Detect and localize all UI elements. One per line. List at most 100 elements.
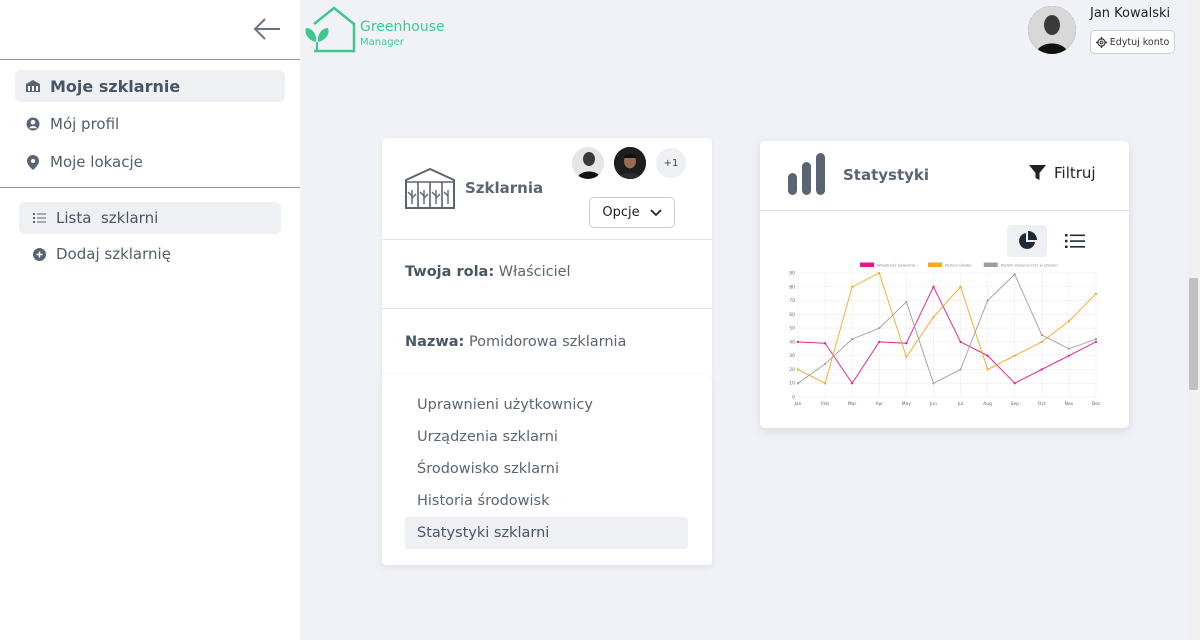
name-value: Pomidorowa szklarnia	[468, 334, 627, 350]
data-point	[986, 368, 989, 371]
options-label: Opcje	[602, 205, 640, 220]
y-tick-label: 80	[789, 284, 795, 290]
bar-chart-icon	[788, 153, 825, 195]
data-point	[851, 285, 854, 288]
data-point	[796, 340, 800, 343]
sidebar-item-my-locations[interactable]: Moje lokacje	[15, 146, 285, 178]
legend-swatch	[928, 262, 942, 267]
menu-item-devices[interactable]: Urządzenia szklarni	[405, 421, 688, 453]
sidebar-item-add-greenhouse[interactable]: Dodaj szklarnię	[19, 238, 281, 270]
menu-item-history[interactable]: Historia środowisk	[405, 485, 688, 517]
pie-chart-icon	[1019, 231, 1037, 249]
data-point	[1040, 333, 1043, 337]
menu-item-authorized-users[interactable]: Uprawnieni użytkownicy	[405, 389, 688, 421]
greenhouse-icon	[405, 168, 455, 209]
data-point	[932, 382, 935, 385]
data-point	[1067, 320, 1071, 323]
data-point	[959, 340, 962, 343]
x-tick-label: Jan	[794, 401, 802, 407]
data-point	[986, 299, 989, 302]
sidebar-divider	[0, 187, 300, 188]
data-point	[796, 382, 800, 385]
arrow-left-icon[interactable]	[252, 14, 282, 44]
logo-title: Greenhouse	[360, 19, 445, 35]
user-avatar[interactable]	[1028, 6, 1076, 54]
user-circle-icon	[25, 116, 41, 132]
y-tick-label: 90	[789, 271, 795, 277]
role-key: Twoja rola:	[405, 264, 495, 280]
statistics-line-chart: 0 10 20 30 40 50 60 70 80 90 Jan Feb Mar Apr May Jun Jul…	[789, 262, 1101, 407]
more-members-badge[interactable]: +1	[656, 148, 686, 178]
legend-label: Wilgotność powietrza	[877, 264, 915, 268]
y-tick-label: 20	[789, 367, 795, 373]
filter-icon	[1029, 165, 1046, 180]
data-point	[932, 285, 935, 288]
legend-label: Poziom stężenia CO2 w szklarni	[1001, 264, 1058, 268]
y-tick-label: 0	[792, 395, 795, 401]
y-tick-label: 60	[789, 312, 795, 318]
sidebar-item-my-profile[interactable]: Mój profil	[15, 108, 285, 140]
filter-button[interactable]: Filtruj	[1029, 164, 1096, 182]
role-value: Właściciel	[498, 264, 571, 280]
data-point	[878, 327, 881, 330]
sidebar-item-label: Moje szklarnie	[50, 76, 181, 96]
edit-account-button[interactable]: Edytuj konto	[1090, 30, 1175, 54]
data-point	[1013, 354, 1016, 357]
pie-view-button[interactable]	[1007, 225, 1047, 257]
sidebar-item-my-greenhouses[interactable]: Moje szklarnie	[15, 70, 285, 102]
data-point	[796, 368, 800, 371]
x-tick-label: Mar	[848, 401, 857, 407]
list-view-button[interactable]	[1055, 225, 1095, 257]
data-point	[1067, 347, 1071, 350]
sidebar-item-greenhouse-list[interactable]: Lista szklarni	[19, 202, 281, 234]
data-point	[1094, 338, 1098, 341]
name-row: Nazwa: Pomidorowa szklarnia	[405, 334, 626, 350]
data-point	[1040, 368, 1043, 371]
sidebar: Moje szklarnie Mój profil Moje lokacje L…	[0, 0, 300, 640]
greenhouse-title: Szklarnia	[465, 179, 544, 197]
x-tick-label: Dec	[1092, 401, 1101, 407]
legend-label: Poziom światła	[945, 264, 972, 268]
data-point	[878, 340, 881, 343]
y-tick-label: 70	[789, 298, 795, 304]
series-line	[797, 273, 1097, 384]
data-point	[986, 354, 989, 357]
sidebar-item-label: Lista szklarni	[56, 209, 159, 227]
menu-item-statistics[interactable]: Statystyki szklarni	[405, 517, 688, 549]
data-point	[823, 342, 827, 345]
statistics-card: Statystyki Filtruj 0 10 20 30 40 50 60 70 80 90 Ja…	[760, 141, 1129, 428]
x-tick-label: Feb	[821, 401, 829, 407]
role-row: Twoja rola: Właściciel	[405, 264, 571, 280]
data-point	[905, 355, 908, 359]
data-point	[1094, 292, 1098, 295]
scrollbar-thumb[interactable]	[1189, 278, 1198, 390]
map-pin-icon	[25, 154, 41, 170]
data-point	[932, 315, 935, 319]
menu-item-environment[interactable]: Środowisko szklarni	[405, 453, 688, 485]
divider	[382, 239, 712, 240]
y-tick-label: 40	[789, 339, 795, 345]
greenhouse-logo-icon	[305, 6, 356, 53]
data-point	[905, 342, 908, 345]
x-tick-label: Oct	[1038, 401, 1046, 407]
options-menu: Uprawnieni użytkownicy Urządzenia szklar…	[382, 375, 712, 565]
options-dropdown[interactable]: Opcje	[589, 197, 675, 228]
sidebar-item-label: Moje lokacje	[50, 153, 143, 171]
data-point	[1040, 340, 1043, 343]
divider	[760, 210, 1129, 211]
x-tick-label: Aug	[983, 401, 992, 407]
data-point	[823, 362, 827, 366]
x-tick-label: Jun	[929, 401, 937, 407]
data-point	[823, 382, 827, 385]
data-point	[1067, 354, 1071, 357]
member-avatar[interactable]	[572, 147, 604, 179]
app-logo[interactable]: Greenhouse Manager	[302, 4, 445, 54]
greenhouse-icon	[25, 78, 41, 94]
greenhouse-card: Szklarnia +1 Opcje Twoja rola: Właścicie…	[382, 138, 712, 378]
member-avatar[interactable]	[614, 147, 646, 179]
y-tick-label: 10	[789, 381, 795, 387]
x-tick-label: Jul	[957, 401, 963, 407]
statistics-title: Statystyki	[843, 166, 930, 184]
sidebar-header	[0, 0, 300, 60]
edit-account-label: Edytuj konto	[1109, 36, 1170, 48]
